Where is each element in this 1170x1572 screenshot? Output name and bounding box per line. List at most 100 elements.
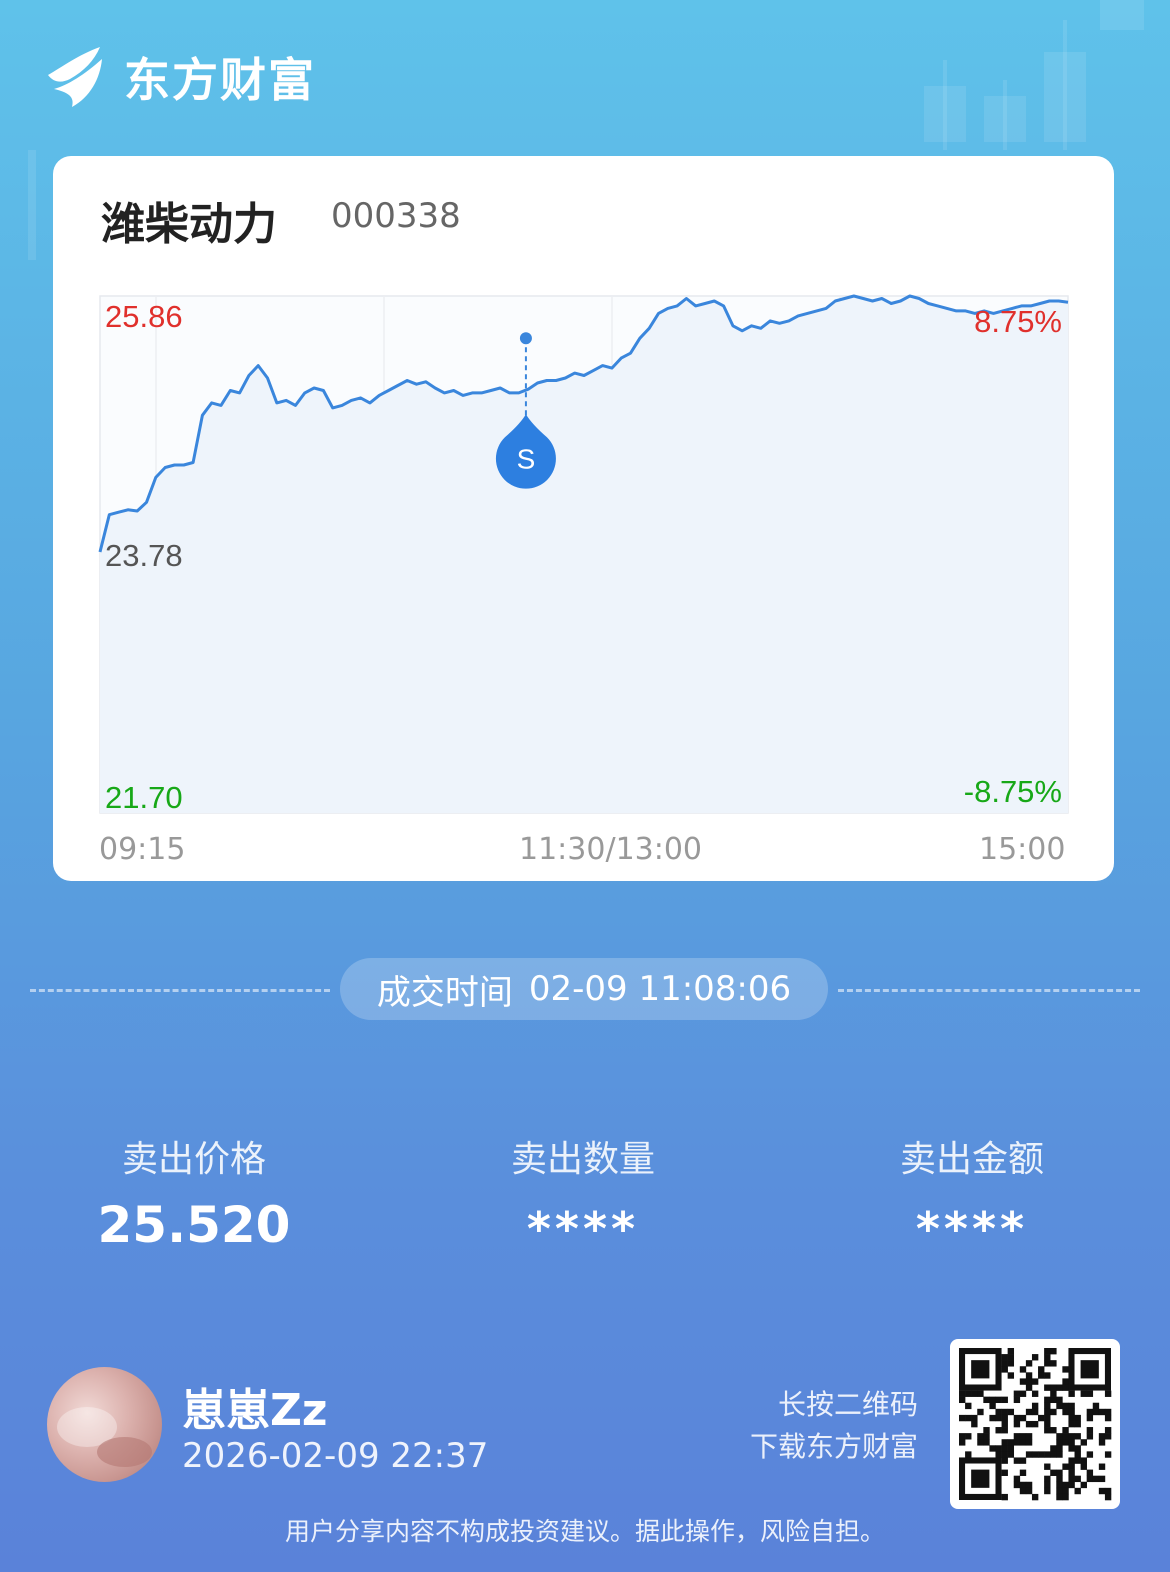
qr-module bbox=[1056, 1487, 1063, 1495]
qr-module bbox=[1086, 1427, 1094, 1434]
share-timestamp: 2026-02-09 22:37 bbox=[182, 1436, 489, 1476]
qr-module bbox=[1086, 1414, 1094, 1422]
qr-module bbox=[1068, 1408, 1075, 1416]
qr-module bbox=[959, 1414, 966, 1422]
qr-module bbox=[1086, 1433, 1094, 1440]
qr-module bbox=[1074, 1451, 1081, 1458]
qr-module bbox=[1031, 1493, 1039, 1501]
stat-value-masked: **** bbox=[526, 1202, 640, 1256]
qr-module bbox=[1025, 1481, 1033, 1489]
qr-module bbox=[995, 1408, 1002, 1416]
qr-module bbox=[1044, 1487, 1051, 1495]
avatar[interactable] bbox=[47, 1367, 162, 1482]
qr-module bbox=[1098, 1463, 1106, 1470]
qr-module bbox=[959, 1439, 966, 1446]
qr-module bbox=[1062, 1493, 1069, 1501]
qr-module bbox=[1056, 1451, 1063, 1458]
qr-module bbox=[1050, 1469, 1057, 1476]
qr-module bbox=[1098, 1487, 1106, 1495]
qr-module bbox=[1056, 1493, 1063, 1501]
qr-module bbox=[1080, 1439, 1087, 1446]
qr-module bbox=[1025, 1378, 1033, 1385]
qr-module bbox=[1019, 1457, 1027, 1464]
qr-module bbox=[983, 1427, 990, 1434]
qr-module bbox=[965, 1402, 972, 1410]
qr-module bbox=[1068, 1463, 1075, 1470]
qr-module bbox=[1092, 1475, 1100, 1483]
qr-module bbox=[989, 1445, 996, 1452]
qr-module bbox=[1019, 1390, 1027, 1397]
intraday-chart: S 25.86 23.78 21.70 8.75% -8.75% bbox=[98, 294, 1069, 815]
x-tick-midday: 11:30/13:00 bbox=[519, 832, 703, 867]
qr-module bbox=[1074, 1433, 1081, 1440]
qr-module bbox=[1104, 1487, 1112, 1495]
qr-module bbox=[1025, 1372, 1033, 1379]
qr-module bbox=[1068, 1439, 1075, 1446]
qr-module bbox=[995, 1427, 1002, 1434]
qr-module bbox=[1056, 1433, 1063, 1440]
decor-candle bbox=[1100, 0, 1144, 30]
qr-module bbox=[1062, 1439, 1069, 1446]
qr-module bbox=[1074, 1457, 1081, 1464]
sell-marker-label: S bbox=[517, 443, 536, 474]
qr-module bbox=[1104, 1390, 1112, 1397]
qr-module bbox=[1050, 1408, 1057, 1416]
dash-divider-right bbox=[838, 989, 1140, 992]
qr-module bbox=[1050, 1451, 1057, 1458]
qr-module bbox=[1007, 1354, 1015, 1361]
qr-module bbox=[1038, 1451, 1045, 1458]
trade-time-label: 成交时间 bbox=[376, 972, 513, 1013]
stock-chart-card[interactable]: 潍柴动力 000338 S 25.86 23.78 21.70 8.75% -8… bbox=[53, 156, 1114, 881]
qr-module bbox=[1001, 1360, 1008, 1367]
qr-module bbox=[1001, 1366, 1008, 1373]
qr-module bbox=[1104, 1433, 1112, 1440]
trade-time-pill: 成交时间 02-09 11:08:06 bbox=[340, 958, 828, 1020]
qr-module bbox=[1044, 1427, 1051, 1434]
brand-name: 东方财富 bbox=[124, 53, 316, 107]
qr-module bbox=[1019, 1487, 1027, 1495]
qr-module bbox=[1068, 1433, 1075, 1440]
stat-value-masked: **** bbox=[915, 1202, 1029, 1256]
qr-module bbox=[1068, 1469, 1075, 1476]
qr-module bbox=[1062, 1481, 1069, 1489]
qr-finder bbox=[1080, 1360, 1099, 1379]
qr-module bbox=[1068, 1414, 1075, 1422]
qr-module bbox=[1050, 1445, 1057, 1452]
qr-module bbox=[1056, 1396, 1063, 1404]
y-label-low-pct: -8.75% bbox=[964, 774, 1062, 809]
username[interactable]: 崽崽Zz bbox=[182, 1374, 328, 1438]
qr-module bbox=[971, 1414, 978, 1422]
qr-module bbox=[1001, 1439, 1008, 1446]
qr-module bbox=[1001, 1427, 1008, 1434]
qr-module bbox=[1007, 1360, 1015, 1367]
y-label-mid: 23.78 bbox=[105, 538, 183, 573]
qr-module bbox=[1001, 1493, 1008, 1501]
stat-label: 卖出价格 bbox=[121, 1139, 266, 1180]
qr-module bbox=[1031, 1378, 1039, 1385]
qr-module bbox=[1013, 1433, 1021, 1440]
qr-module bbox=[1104, 1408, 1112, 1416]
qr-module bbox=[1068, 1457, 1075, 1464]
qr-module bbox=[965, 1390, 972, 1397]
stat-sell-amount: 卖出金额 **** bbox=[822, 1130, 1122, 1256]
qr-module bbox=[1013, 1390, 1021, 1397]
qr-module bbox=[1025, 1360, 1033, 1367]
qr-hint: 长按二维码 下载东方财富 bbox=[738, 1384, 918, 1468]
stat-label: 卖出金额 bbox=[899, 1139, 1044, 1180]
qr-module bbox=[1001, 1445, 1008, 1452]
qr-module bbox=[1031, 1402, 1039, 1410]
qr-code[interactable] bbox=[950, 1339, 1120, 1509]
qr-module bbox=[1007, 1439, 1015, 1446]
dash-divider-left bbox=[30, 989, 330, 992]
qr-module bbox=[1031, 1451, 1039, 1458]
qr-module bbox=[1007, 1372, 1015, 1379]
qr-module bbox=[1062, 1408, 1069, 1416]
qr-module bbox=[1074, 1475, 1081, 1483]
qr-module bbox=[1044, 1360, 1051, 1367]
qr-module bbox=[1062, 1427, 1069, 1434]
qr-module bbox=[1025, 1433, 1033, 1440]
qr-module bbox=[1044, 1354, 1051, 1361]
qr-module bbox=[1074, 1487, 1081, 1495]
qr-module bbox=[1013, 1414, 1021, 1422]
qr-module bbox=[965, 1451, 972, 1458]
